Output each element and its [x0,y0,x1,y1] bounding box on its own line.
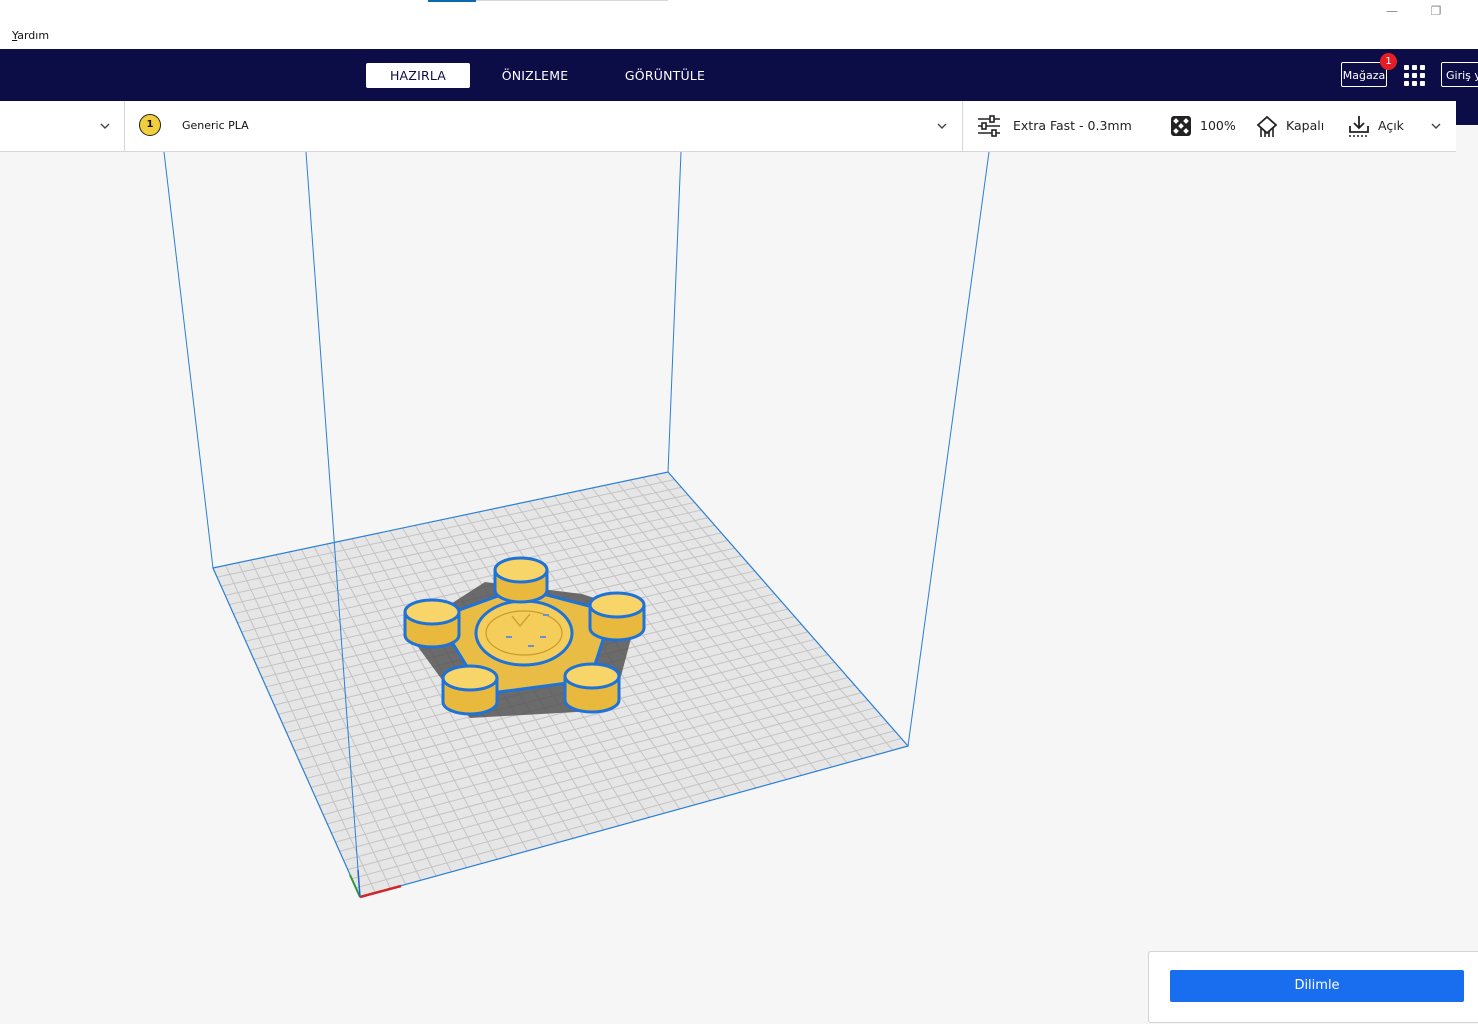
chevron-down-icon [1431,123,1441,129]
support-value: Kapalı [1286,118,1325,133]
extruder-badge: 1 [139,114,161,136]
print-settings-selector[interactable]: Extra Fast - 0.3mm 100% Kapalı Açık [963,101,1456,151]
build-volume-edge [667,152,682,473]
title-bar-accent [428,0,476,2]
tab-monitor[interactable]: GÖRÜNTÜLE [610,63,720,88]
tab-prepare[interactable]: HAZIRLA [366,63,470,88]
title-bar-divider [476,0,668,1]
header-extension [1456,101,1478,125]
marketplace-button[interactable]: Mağaza [1341,62,1387,87]
tab-preview[interactable]: ÖNIZLEME [488,63,582,88]
applications-grid-icon[interactable] [1404,65,1426,87]
adhesion-value: Açık [1378,118,1404,133]
infill-value: 100% [1200,118,1236,133]
adhesion-icon [1349,116,1369,137]
menu-bar: Yardım [0,27,1478,49]
print-setup-toolbar: 1 Generic PLA Extra Fast - 0.3mm 100% Ka… [0,101,1456,152]
printer-selector[interactable] [0,101,125,151]
slice-button[interactable]: Dilimle [1170,970,1464,1002]
chevron-down-icon [100,123,110,129]
build-volume-edge [163,152,214,569]
chevron-down-icon [937,123,947,129]
slice-panel: Dilimle [1148,951,1478,1023]
sign-in-button[interactable]: Giriş yap [1441,62,1478,87]
stage-header: HAZIRLA ÖNIZLEME GÖRÜNTÜLE Mağaza [0,49,1478,101]
marketplace-notification-badge: 1 [1380,53,1397,70]
material-name: Generic PLA [182,119,249,132]
infill-icon [1171,116,1191,136]
support-icon [1256,115,1278,137]
material-selector[interactable]: 1 Generic PLA [125,101,963,151]
restore-button[interactable]: ❐ [1421,2,1451,22]
title-bar: — ❐ [0,0,1478,27]
build-volume-edge [907,152,990,747]
minimize-button[interactable]: — [1377,2,1407,22]
3d-viewport[interactable] [0,152,1478,1024]
menu-item-help-label: ardım [17,29,50,42]
settings-sliders-icon [978,115,1000,137]
print-profile-label: Extra Fast - 0.3mm [1013,118,1132,133]
menu-item-help[interactable]: Yardım [12,29,49,42]
